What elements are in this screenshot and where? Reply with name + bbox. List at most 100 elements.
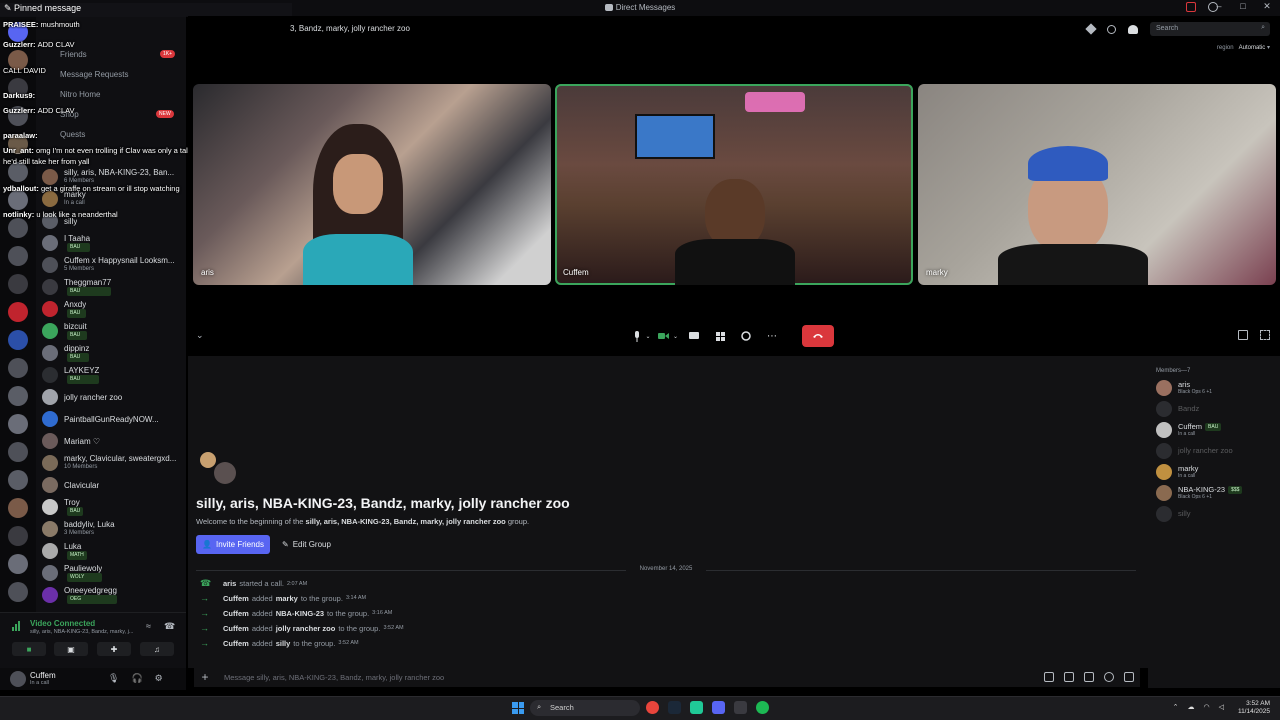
taskbar-search[interactable]: ⌕ Search bbox=[530, 700, 640, 716]
invite-friends-button[interactable]: 👤 Invite Friends bbox=[196, 535, 270, 554]
server-icon[interactable] bbox=[8, 582, 28, 602]
app-icon[interactable] bbox=[690, 701, 703, 714]
add-friends-icon[interactable] bbox=[1107, 24, 1116, 34]
deafen-icon[interactable]: 🎧 bbox=[131, 673, 142, 684]
member-item[interactable]: Cuffem BAU In a call bbox=[1156, 420, 1276, 440]
discord-icon[interactable] bbox=[712, 701, 725, 714]
dm-item[interactable]: Anxdy BAU bbox=[42, 298, 182, 320]
taskbar-clock[interactable]: 3:52 AM 11/14/2025 bbox=[1238, 700, 1270, 716]
target-name[interactable]: NBA-KING-23 bbox=[276, 609, 324, 618]
mute-icon[interactable]: 🎙 bbox=[108, 673, 119, 684]
video-tile-cuffem[interactable]: Cuffem bbox=[555, 84, 913, 285]
dm-item[interactable]: Cuffem x Happysnail Looksm... 5 Members bbox=[42, 254, 182, 276]
chevron-down-icon[interactable]: ⌄ bbox=[673, 333, 678, 340]
server-icon[interactable] bbox=[8, 246, 28, 266]
spotify-icon[interactable] bbox=[756, 701, 769, 714]
popout-icon[interactable] bbox=[1238, 330, 1248, 340]
actor-name[interactable]: Cuffem bbox=[223, 594, 249, 603]
server-icon[interactable] bbox=[8, 554, 28, 574]
member-item[interactable]: NBA-KING-23 $$$ Black Ops 6 +1 bbox=[1156, 483, 1276, 503]
voice-channel-name[interactable]: silly, aris, NBA-KING-23, Bandz, marky, … bbox=[30, 629, 133, 635]
dm-item[interactable]: PaintballGunReadyNOW... bbox=[42, 408, 182, 430]
member-item[interactable]: silly bbox=[1156, 504, 1276, 524]
minimize-button[interactable]: – bbox=[1214, 1, 1224, 12]
dm-item[interactable]: jolly rancher zoo bbox=[42, 386, 182, 408]
dm-item[interactable]: bizcuit BAU bbox=[42, 320, 182, 342]
microphone-button[interactable]: ⌄ bbox=[632, 326, 652, 346]
chevron-up-icon[interactable]: ⌃ bbox=[1173, 703, 1179, 711]
search-input[interactable]: Search ⌕ bbox=[1150, 22, 1270, 36]
avatar[interactable] bbox=[10, 671, 26, 687]
chevron-down-icon[interactable]: ⌄ bbox=[645, 333, 650, 340]
inbox-icon[interactable] bbox=[1186, 2, 1196, 12]
server-icon[interactable] bbox=[8, 386, 28, 406]
actor-name[interactable]: aris bbox=[223, 579, 236, 588]
noise-suppression-icon[interactable]: ≈ bbox=[146, 621, 151, 631]
target-name[interactable]: marky bbox=[276, 594, 298, 603]
disconnect-button[interactable] bbox=[802, 325, 834, 347]
fullscreen-icon[interactable] bbox=[1260, 330, 1270, 340]
server-icon[interactable] bbox=[8, 330, 28, 350]
screenshare-button[interactable] bbox=[684, 326, 704, 346]
dm-item[interactable]: Theggman77 BAU bbox=[42, 276, 182, 298]
actor-name[interactable]: Cuffem bbox=[223, 624, 249, 633]
server-icon[interactable] bbox=[8, 498, 28, 518]
server-icon[interactable] bbox=[8, 358, 28, 378]
actor-name[interactable]: Cuffem bbox=[223, 639, 249, 648]
video-tile-marky[interactable]: marky bbox=[918, 84, 1276, 285]
collapse-chevron-icon[interactable]: ⌄ bbox=[196, 330, 204, 341]
dm-item[interactable]: Troy BAU bbox=[42, 496, 182, 518]
member-item[interactable]: Bandz bbox=[1156, 399, 1276, 419]
soundboard-button[interactable] bbox=[736, 326, 756, 346]
server-icon[interactable] bbox=[8, 302, 28, 322]
member-item[interactable]: jolly rancher zoo bbox=[1156, 441, 1276, 461]
member-item[interactable]: marky In a call bbox=[1156, 462, 1276, 482]
windows-start-icon[interactable] bbox=[512, 702, 524, 714]
actor-name[interactable]: Cuffem bbox=[223, 609, 249, 618]
emoji-icon[interactable] bbox=[1104, 672, 1114, 682]
dm-item[interactable]: marky, Clavicular, sweatergxd... 10 Membe… bbox=[42, 452, 182, 474]
gift-icon[interactable] bbox=[1044, 672, 1054, 682]
chrome-icon[interactable] bbox=[646, 701, 659, 714]
message-input[interactable]: Message silly, aris, NBA-KING-23, Bandz,… bbox=[224, 673, 1044, 682]
server-icon[interactable] bbox=[8, 470, 28, 490]
target-name[interactable]: jolly rancher zoo bbox=[276, 624, 336, 633]
close-button[interactable]: ✕ bbox=[1262, 1, 1272, 12]
sticker-icon[interactable] bbox=[1084, 672, 1094, 682]
dm-item[interactable]: Oneeyedgregg OEG bbox=[42, 584, 182, 606]
server-icon[interactable] bbox=[8, 526, 28, 546]
cloud-icon[interactable]: ☁ bbox=[1188, 703, 1195, 711]
dm-item[interactable]: baddyliv, Luka 3 Members bbox=[42, 518, 182, 540]
dm-item[interactable]: Clavicular bbox=[42, 474, 182, 496]
server-icon[interactable] bbox=[8, 414, 28, 434]
gear-icon[interactable]: ⚙ bbox=[155, 673, 163, 684]
video-tile-aris[interactable]: aris bbox=[193, 84, 551, 285]
activities-panel-button[interactable]: ✚ bbox=[97, 642, 131, 656]
edit-group-button[interactable]: ✎ Edit Group bbox=[278, 535, 338, 554]
dm-item[interactable]: Mariam ♡ bbox=[42, 430, 182, 452]
soundboard-panel-button[interactable]: ♫ bbox=[140, 642, 174, 656]
app-icon[interactable] bbox=[734, 701, 747, 714]
camera-button[interactable]: ⌄ bbox=[658, 326, 678, 346]
gif-icon[interactable] bbox=[1064, 672, 1074, 682]
wifi-icon[interactable]: ◠ bbox=[1204, 703, 1210, 711]
activities-button[interactable] bbox=[710, 326, 730, 346]
apps-icon[interactable] bbox=[1124, 672, 1134, 682]
disconnect-icon[interactable]: ☎ bbox=[164, 621, 175, 632]
members-icon[interactable] bbox=[1128, 24, 1138, 34]
attach-plus-button[interactable]: + bbox=[194, 670, 216, 684]
steam-icon[interactable] bbox=[668, 701, 681, 714]
maximize-button[interactable]: □ bbox=[1238, 1, 1248, 12]
member-item[interactable]: aris Black Ops 6 +1 bbox=[1156, 378, 1276, 398]
dm-item[interactable]: Luka MATH bbox=[42, 540, 182, 562]
dm-item[interactable]: dippinz BAU bbox=[42, 342, 182, 364]
dm-item[interactable]: LAYKEYZ BAU bbox=[42, 364, 182, 386]
pin-icon[interactable] bbox=[1085, 23, 1097, 35]
video-toggle-button[interactable]: ■ bbox=[12, 642, 46, 656]
server-icon[interactable] bbox=[8, 274, 28, 294]
dm-item[interactable]: Pauliewoly WOLY bbox=[42, 562, 182, 584]
volume-icon[interactable]: ◁ bbox=[1219, 703, 1224, 711]
server-icon[interactable] bbox=[8, 442, 28, 462]
dm-item[interactable]: I Taaha BAU bbox=[42, 232, 182, 254]
target-name[interactable]: silly bbox=[276, 639, 291, 648]
